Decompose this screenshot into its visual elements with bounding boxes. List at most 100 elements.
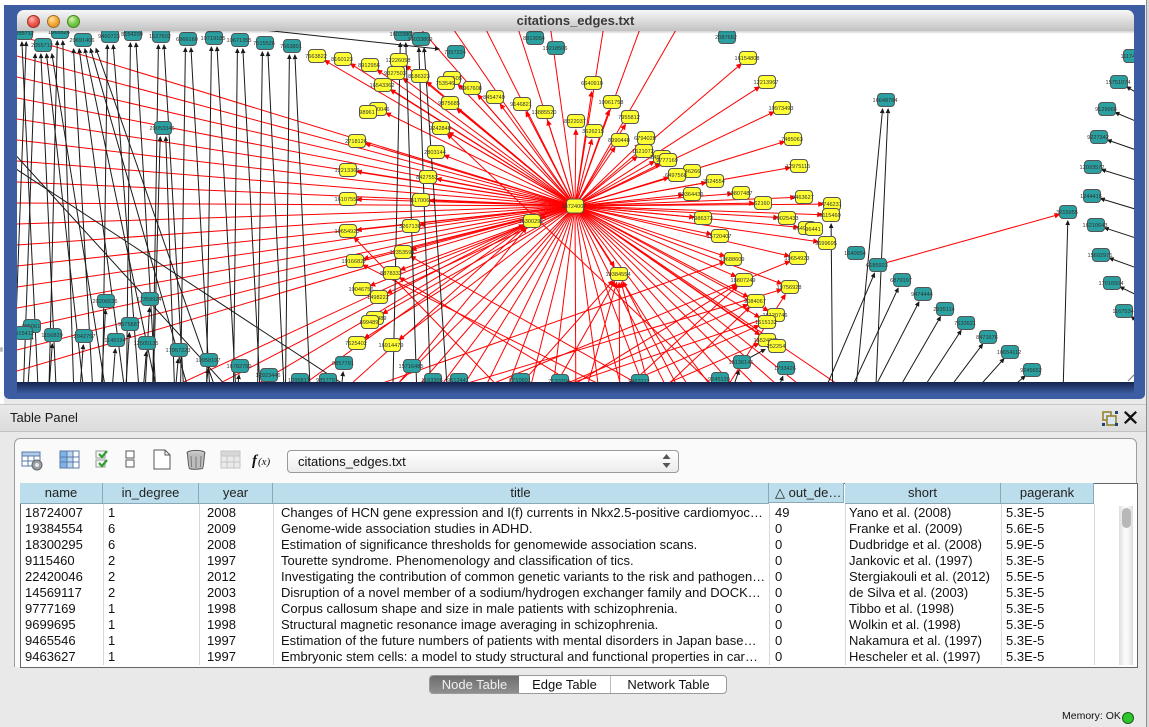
svg-text:6185923: 6185923 (866, 263, 888, 269)
svg-text:17016504: 17016504 (1099, 281, 1124, 287)
svg-text:15716485: 15716485 (399, 364, 424, 370)
svg-text:15136141: 15136141 (729, 360, 754, 366)
svg-text:19756928: 19756928 (777, 285, 802, 291)
svg-text:10807487: 10807487 (728, 191, 753, 197)
svg-text:10025433: 10025433 (774, 216, 799, 222)
svg-text:15751074: 15751074 (1106, 80, 1131, 86)
svg-text:12975115: 12975115 (786, 164, 810, 170)
svg-text:9129966: 9129966 (1095, 107, 1117, 113)
svg-text:13885520: 13885520 (532, 110, 557, 116)
svg-text:3624554: 3624554 (703, 179, 725, 185)
svg-text:1117403: 1117403 (1121, 54, 1134, 60)
svg-text:6794028: 6794028 (634, 136, 656, 142)
svg-text:12093572: 12093572 (1080, 165, 1105, 171)
svg-text:16210643: 16210643 (1083, 223, 1108, 229)
svg-text:16543362: 16543362 (370, 83, 395, 89)
svg-text:3626215: 3626215 (582, 129, 604, 135)
svg-text:9460723: 9460723 (98, 34, 120, 40)
svg-text:(x): (x) (258, 456, 271, 468)
svg-text:9857791: 9857791 (332, 361, 354, 367)
svg-text:8878332: 8878332 (380, 271, 402, 277)
svg-text:9699695: 9699695 (815, 241, 837, 247)
svg-text:9875685: 9875685 (438, 101, 460, 107)
svg-text:8427552: 8427552 (416, 175, 438, 181)
svg-text:817006: 817006 (411, 198, 430, 204)
svg-text:20053346: 20053346 (150, 126, 175, 132)
svg-text:16914479: 16914479 (379, 343, 404, 349)
svg-text:2055712: 2055712 (31, 43, 53, 49)
svg-text:1640954: 1640954 (844, 251, 866, 257)
svg-text:7746231: 7746231 (820, 202, 842, 208)
svg-text:16782759: 16782759 (227, 364, 252, 370)
svg-text:16033809: 16033809 (408, 37, 433, 43)
svg-text:16648784: 16648784 (873, 98, 898, 104)
svg-text:9115460: 9115460 (819, 213, 840, 219)
svg-text:62160: 62160 (754, 201, 770, 207)
svg-text:2087682: 2087682 (715, 35, 737, 41)
svg-text:7632621: 7632621 (954, 321, 976, 327)
svg-text:9242848: 9242848 (429, 126, 451, 132)
svg-text:9245652: 9245652 (1020, 368, 1042, 374)
svg-text:8160123: 8160123 (331, 57, 353, 63)
svg-text:12942757: 12942757 (71, 334, 96, 340)
svg-text:1527602: 1527602 (149, 34, 171, 40)
svg-text:16107552: 16107552 (335, 197, 360, 203)
svg-text:17359924: 17359924 (137, 297, 162, 303)
svg-text:2718126: 2718126 (345, 139, 367, 145)
svg-text:7625402: 7625402 (345, 341, 367, 347)
svg-text:3915412: 3915412 (17, 331, 34, 337)
svg-text:7485063: 7485063 (781, 137, 803, 143)
svg-text:1615132: 1615132 (755, 320, 777, 326)
svg-text:19218506: 19218506 (543, 46, 568, 52)
svg-text:9463627: 9463627 (792, 195, 814, 201)
svg-text:15692971: 15692971 (1088, 253, 1113, 259)
svg-text:753546: 753546 (436, 81, 455, 87)
svg-text:8471676: 8471676 (976, 335, 998, 341)
svg-text:9975887: 9975887 (118, 322, 140, 328)
svg-text:10671355: 10671355 (227, 38, 252, 44)
svg-text:7663801: 7663801 (280, 44, 302, 50)
svg-text:17957223: 17957223 (166, 348, 191, 354)
svg-text:12353594: 12353594 (390, 250, 415, 256)
svg-text:10961758: 10961758 (599, 100, 624, 106)
svg-text:10654112: 10654112 (997, 350, 1021, 356)
svg-text:1167534: 1167534 (1112, 309, 1133, 315)
svg-text:1244415: 1244415 (1080, 194, 1102, 200)
svg-text:8990448: 8990448 (608, 138, 630, 144)
svg-text:96441: 96441 (805, 227, 821, 233)
svg-text:2967608: 2967608 (460, 86, 482, 92)
svg-text:10958107: 10958107 (196, 358, 221, 364)
svg-text:8454749: 8454749 (483, 95, 505, 101)
svg-text:9227342: 9227342 (1087, 135, 1109, 141)
svg-text:18807249: 18807249 (731, 278, 756, 284)
svg-text:98961: 98961 (359, 110, 375, 116)
svg-text:12923446: 12923446 (256, 373, 281, 379)
svg-text:7357224: 7357224 (444, 50, 466, 56)
svg-text:20691406: 20691406 (70, 38, 95, 44)
svg-text:9474444: 9474444 (911, 292, 933, 298)
svg-text:10973493: 10973493 (769, 106, 794, 112)
svg-text:12505135: 12505135 (134, 341, 159, 347)
svg-text:12213967: 12213967 (754, 80, 779, 86)
svg-text:19384554: 19384554 (606, 272, 631, 278)
svg-text:252254: 252254 (767, 344, 786, 350)
svg-text:8322037: 8322037 (564, 119, 586, 125)
svg-text:9327503: 9327503 (384, 71, 406, 77)
svg-text:15300295: 15300295 (519, 219, 544, 225)
svg-text:9777169: 9777169 (656, 158, 678, 164)
svg-text:8813054: 8813054 (523, 36, 545, 42)
svg-text:12226058: 12226058 (386, 58, 411, 64)
svg-text:2803144: 2803144 (424, 150, 446, 156)
svg-text:9084067: 9084067 (744, 299, 766, 305)
svg-text:7663822: 7663822 (305, 54, 327, 60)
svg-text:3267130: 3267130 (399, 224, 421, 230)
svg-text:10046756: 10046756 (349, 287, 374, 293)
svg-text:7515526: 7515526 (253, 41, 275, 47)
svg-text:8912956: 8912956 (358, 63, 380, 69)
svg-text:16154808: 16154808 (735, 56, 760, 62)
svg-text:1145194: 1145194 (104, 338, 125, 344)
svg-text:20364436: 20364436 (679, 192, 704, 198)
svg-text:7955812: 7955812 (618, 115, 640, 121)
svg-text:12213369: 12213369 (335, 168, 360, 174)
svg-text:19654923: 19654923 (335, 229, 360, 235)
